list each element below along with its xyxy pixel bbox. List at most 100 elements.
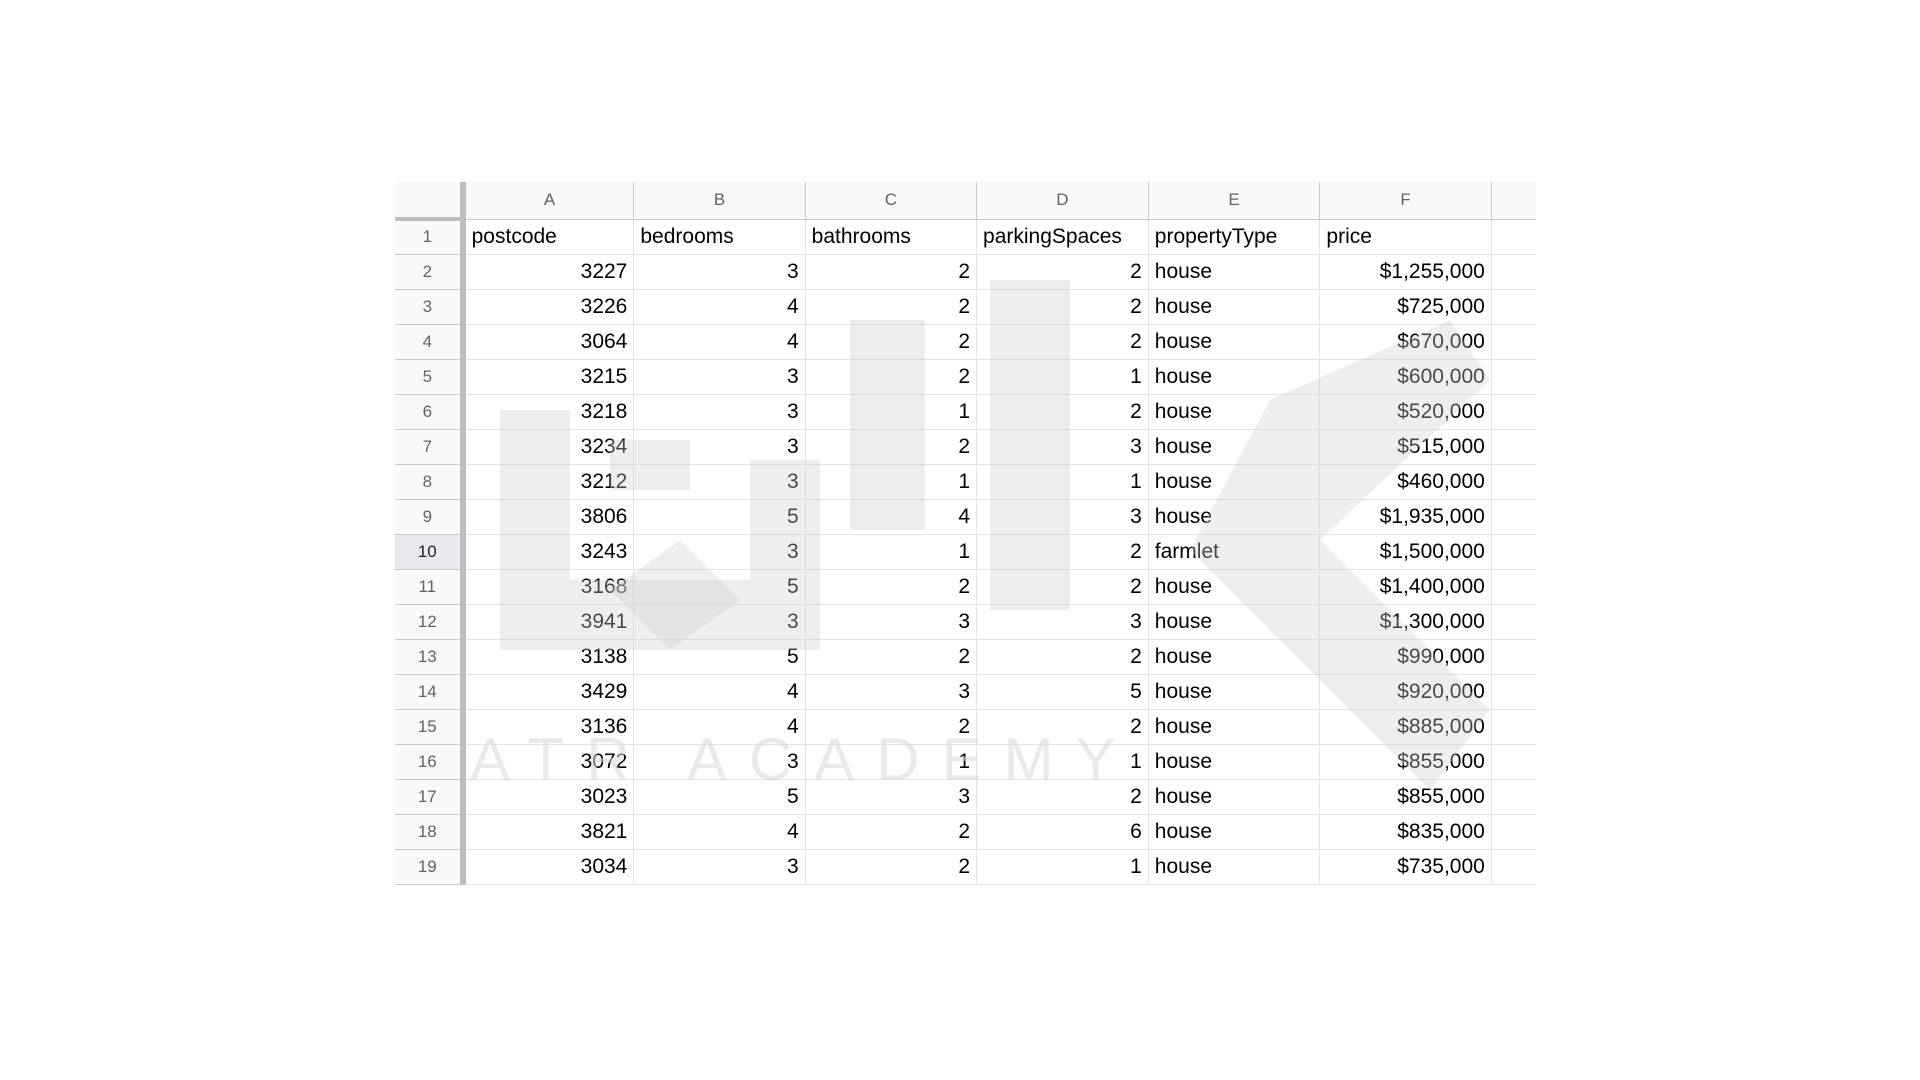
cell-a18[interactable]: 3821 — [462, 814, 635, 850]
cell-d15[interactable]: 2 — [976, 709, 1149, 745]
row-number[interactable]: 1 — [395, 219, 466, 255]
cell-f3[interactable]: $725,000 — [1319, 289, 1492, 325]
column-header-e[interactable]: E — [1148, 182, 1321, 220]
cell-d5[interactable]: 1 — [976, 359, 1149, 395]
cell-a3[interactable]: 3226 — [462, 289, 635, 325]
cell-c2[interactable]: 2 — [805, 254, 978, 290]
cell-a13[interactable]: 3138 — [462, 639, 635, 675]
cell-e12[interactable]: house — [1148, 604, 1321, 640]
cell-c4[interactable]: 2 — [805, 324, 978, 360]
cell-c1[interactable]: bathrooms — [805, 219, 978, 255]
cell-f6[interactable]: $520,000 — [1319, 394, 1492, 430]
row-number[interactable]: 16 — [395, 744, 466, 780]
cell-c12[interactable]: 3 — [805, 604, 978, 640]
cell-d10[interactable]: 2 — [976, 534, 1149, 570]
cell-c14[interactable]: 3 — [805, 674, 978, 710]
cell-a8[interactable]: 3212 — [462, 464, 635, 500]
cell-c18[interactable]: 2 — [805, 814, 978, 850]
cell-f17[interactable]: $855,000 — [1319, 779, 1492, 815]
cell-e8[interactable]: house — [1148, 464, 1321, 500]
cell-b9[interactable]: 5 — [633, 499, 806, 535]
row-number[interactable]: 3 — [395, 289, 466, 325]
column-header-a[interactable]: A — [462, 182, 635, 220]
row-number[interactable]: 14 — [395, 674, 466, 710]
cell-e5[interactable]: house — [1148, 359, 1321, 395]
cell-b14[interactable]: 4 — [633, 674, 806, 710]
cell-b3[interactable]: 4 — [633, 289, 806, 325]
select-all-corner[interactable] — [395, 182, 466, 221]
cell-c10[interactable]: 1 — [805, 534, 978, 570]
cell-e17[interactable]: house — [1148, 779, 1321, 815]
cell-f14[interactable]: $920,000 — [1319, 674, 1492, 710]
row-number[interactable]: 8 — [395, 464, 466, 500]
cell-b4[interactable]: 4 — [633, 324, 806, 360]
row-number[interactable]: 7 — [395, 429, 466, 465]
row-number[interactable]: 2 — [395, 254, 466, 290]
column-header-b[interactable]: B — [633, 182, 806, 220]
cell-d9[interactable]: 3 — [976, 499, 1149, 535]
cell-f13[interactable]: $990,000 — [1319, 639, 1492, 675]
cell-d7[interactable]: 3 — [976, 429, 1149, 465]
cell-e16[interactable]: house — [1148, 744, 1321, 780]
cell-a10[interactable]: 3243 — [462, 534, 635, 570]
row-number[interactable]: 11 — [395, 569, 466, 605]
cell-e11[interactable]: house — [1148, 569, 1321, 605]
cell-b19[interactable]: 3 — [633, 849, 806, 885]
cell-d16[interactable]: 1 — [976, 744, 1149, 780]
cell-b18[interactable]: 4 — [633, 814, 806, 850]
column-header-c[interactable]: C — [805, 182, 978, 220]
cell-b15[interactable]: 4 — [633, 709, 806, 745]
cell-b17[interactable]: 5 — [633, 779, 806, 815]
cell-d6[interactable]: 2 — [976, 394, 1149, 430]
row-number[interactable]: 5 — [395, 359, 466, 395]
cell-e4[interactable]: house — [1148, 324, 1321, 360]
cell-a5[interactable]: 3215 — [462, 359, 635, 395]
cell-f11[interactable]: $1,400,000 — [1319, 569, 1492, 605]
cell-d12[interactable]: 3 — [976, 604, 1149, 640]
cell-d17[interactable]: 2 — [976, 779, 1149, 815]
cell-c5[interactable]: 2 — [805, 359, 978, 395]
cell-f5[interactable]: $600,000 — [1319, 359, 1492, 395]
cell-b7[interactable]: 3 — [633, 429, 806, 465]
cell-f15[interactable]: $885,000 — [1319, 709, 1492, 745]
cell-c6[interactable]: 1 — [805, 394, 978, 430]
cell-f4[interactable]: $670,000 — [1319, 324, 1492, 360]
row-number[interactable]: 10 — [395, 534, 466, 570]
cell-a2[interactable]: 3227 — [462, 254, 635, 290]
cell-c8[interactable]: 1 — [805, 464, 978, 500]
cell-b8[interactable]: 3 — [633, 464, 806, 500]
cell-b1[interactable]: bedrooms — [633, 219, 806, 255]
cell-a1[interactable]: postcode — [462, 219, 635, 255]
cell-e2[interactable]: house — [1148, 254, 1321, 290]
cell-d11[interactable]: 2 — [976, 569, 1149, 605]
cell-f9[interactable]: $1,935,000 — [1319, 499, 1492, 535]
row-number[interactable]: 12 — [395, 604, 466, 640]
cell-a19[interactable]: 3034 — [462, 849, 635, 885]
cell-f10[interactable]: $1,500,000 — [1319, 534, 1492, 570]
cell-c13[interactable]: 2 — [805, 639, 978, 675]
row-number[interactable]: 17 — [395, 779, 466, 815]
cell-b6[interactable]: 3 — [633, 394, 806, 430]
cell-b12[interactable]: 3 — [633, 604, 806, 640]
cell-e18[interactable]: house — [1148, 814, 1321, 850]
row-number[interactable]: 15 — [395, 709, 466, 745]
cell-f19[interactable]: $735,000 — [1319, 849, 1492, 885]
cell-e9[interactable]: house — [1148, 499, 1321, 535]
cell-a4[interactable]: 3064 — [462, 324, 635, 360]
row-number[interactable]: 13 — [395, 639, 466, 675]
cell-e3[interactable]: house — [1148, 289, 1321, 325]
cell-d13[interactable]: 2 — [976, 639, 1149, 675]
cell-c11[interactable]: 2 — [805, 569, 978, 605]
cell-c15[interactable]: 2 — [805, 709, 978, 745]
cell-d4[interactable]: 2 — [976, 324, 1149, 360]
cell-b2[interactable]: 3 — [633, 254, 806, 290]
cell-e15[interactable]: house — [1148, 709, 1321, 745]
cell-d18[interactable]: 6 — [976, 814, 1149, 850]
cell-b13[interactable]: 5 — [633, 639, 806, 675]
cell-d19[interactable]: 1 — [976, 849, 1149, 885]
cell-c3[interactable]: 2 — [805, 289, 978, 325]
column-header-f[interactable]: F — [1319, 182, 1492, 220]
cell-f7[interactable]: $515,000 — [1319, 429, 1492, 465]
cell-b10[interactable]: 3 — [633, 534, 806, 570]
cell-a16[interactable]: 3072 — [462, 744, 635, 780]
